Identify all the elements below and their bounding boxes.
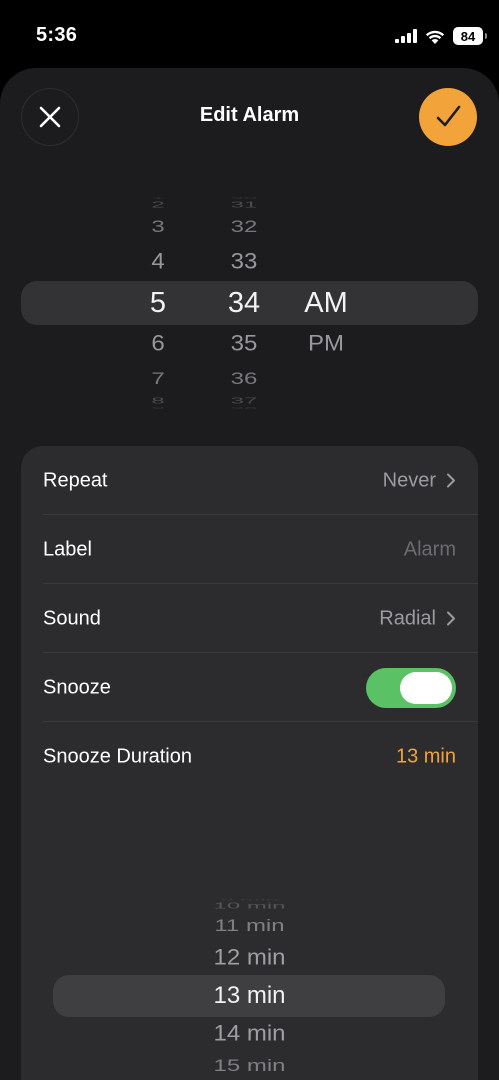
status-time: 5:36 bbox=[36, 24, 78, 46]
period-option[interactable]: AM bbox=[286, 288, 366, 318]
sound-value: Radial bbox=[379, 607, 456, 630]
minute-option[interactable]: 35 bbox=[204, 333, 284, 355]
chevron-right-icon bbox=[447, 473, 455, 488]
minute-option[interactable]: 34 bbox=[204, 288, 284, 318]
minute-wheel[interactable]: 30 31 32 33 34 35 36 37 38 bbox=[204, 178, 284, 428]
duration-option[interactable]: 12 min bbox=[21, 946, 478, 969]
minute-option[interactable]: 33 bbox=[204, 250, 284, 273]
snooze-label: Snooze bbox=[43, 676, 111, 698]
minute-option[interactable]: 36 bbox=[204, 370, 284, 388]
label-input[interactable]: Alarm bbox=[404, 538, 456, 561]
hour-option[interactable]: 2 bbox=[118, 200, 198, 208]
edit-alarm-sheet: Edit Alarm 123456789 30 31 32 33 34 35 36 37 38 … bbox=[0, 68, 499, 1080]
hour-option[interactable]: 3 bbox=[118, 218, 198, 236]
battery-level: 84 bbox=[460, 28, 476, 44]
period-option[interactable]: PM bbox=[286, 333, 366, 355]
snooze-row: Snooze bbox=[21, 653, 478, 722]
label-label: Label bbox=[43, 538, 92, 560]
hour-option[interactable]: 9 bbox=[118, 406, 198, 409]
minute-option[interactable]: 31 bbox=[204, 200, 284, 208]
duration-option[interactable]: 10 min bbox=[21, 901, 478, 910]
toggle-knob bbox=[400, 671, 452, 704]
status-icons: 84 bbox=[395, 27, 487, 45]
repeat-value-text: Never bbox=[382, 469, 436, 491]
snooze-toggle[interactable] bbox=[366, 667, 456, 708]
period-wheel[interactable]: AM PM bbox=[286, 178, 366, 428]
chevron-right-icon bbox=[447, 611, 455, 626]
checkmark-icon bbox=[436, 105, 461, 127]
minute-option[interactable]: 38 bbox=[204, 406, 284, 409]
hour-option[interactable]: 7 bbox=[118, 370, 198, 388]
battery-icon: 84 bbox=[453, 27, 487, 45]
snooze-duration-label: Snooze Duration bbox=[43, 745, 192, 767]
hour-option[interactable]: 4 bbox=[118, 250, 198, 273]
hour-option[interactable]: 6 bbox=[118, 333, 198, 355]
snooze-duration-row[interactable]: Snooze Duration 13 min bbox=[21, 722, 478, 791]
sound-row[interactable]: Sound Radial bbox=[21, 584, 478, 653]
repeat-row[interactable]: Repeat Never bbox=[21, 446, 478, 515]
screen: 5:36 84 Edit Alarm 1 2 3 4 5 6 7 8 9 30 … bbox=[0, 0, 499, 1080]
alarm-settings-card: Repeat Never Label Alarm Sound Radial Sn… bbox=[21, 446, 478, 1080]
repeat-label: Repeat bbox=[43, 469, 108, 491]
hour-wheel[interactable]: 12 3 4 5 6 7 89 bbox=[118, 178, 198, 428]
cellular-signal-icon bbox=[395, 29, 417, 43]
time-picker[interactable]: 123456789 30 31 32 33 34 35 36 37 38 AM PM bbox=[0, 178, 499, 428]
status-bar: 5:36 84 bbox=[0, 0, 499, 66]
save-button[interactable] bbox=[419, 88, 477, 146]
hour-option[interactable]: 8 bbox=[118, 397, 198, 405]
snooze-duration-value: 13 min bbox=[395, 745, 456, 767]
minute-option[interactable]: 30 bbox=[204, 197, 284, 200]
repeat-value: Never bbox=[383, 469, 456, 492]
minute-option[interactable]: 37 bbox=[204, 397, 284, 405]
snooze-duration-picker[interactable]: 9 min 10 min 11 min 12 min 13 min 14 min 15 mi… bbox=[21, 864, 478, 1074]
wifi-icon bbox=[425, 30, 445, 44]
sound-label: Sound bbox=[43, 607, 101, 629]
minute-option[interactable]: 32 bbox=[204, 218, 284, 236]
label-row[interactable]: Label Alarm bbox=[21, 515, 478, 584]
duration-option[interactable]: 11 min bbox=[21, 917, 478, 934]
duration-option[interactable]: 15 min bbox=[21, 1058, 478, 1074]
hour-option[interactable]: 5 bbox=[118, 288, 198, 318]
hour-option[interactable]: 1 bbox=[118, 197, 198, 200]
sound-value-text: Radial bbox=[379, 607, 436, 629]
duration-option[interactable]: 13 min bbox=[21, 984, 478, 1008]
duration-option[interactable]: 14 min bbox=[21, 1023, 478, 1045]
